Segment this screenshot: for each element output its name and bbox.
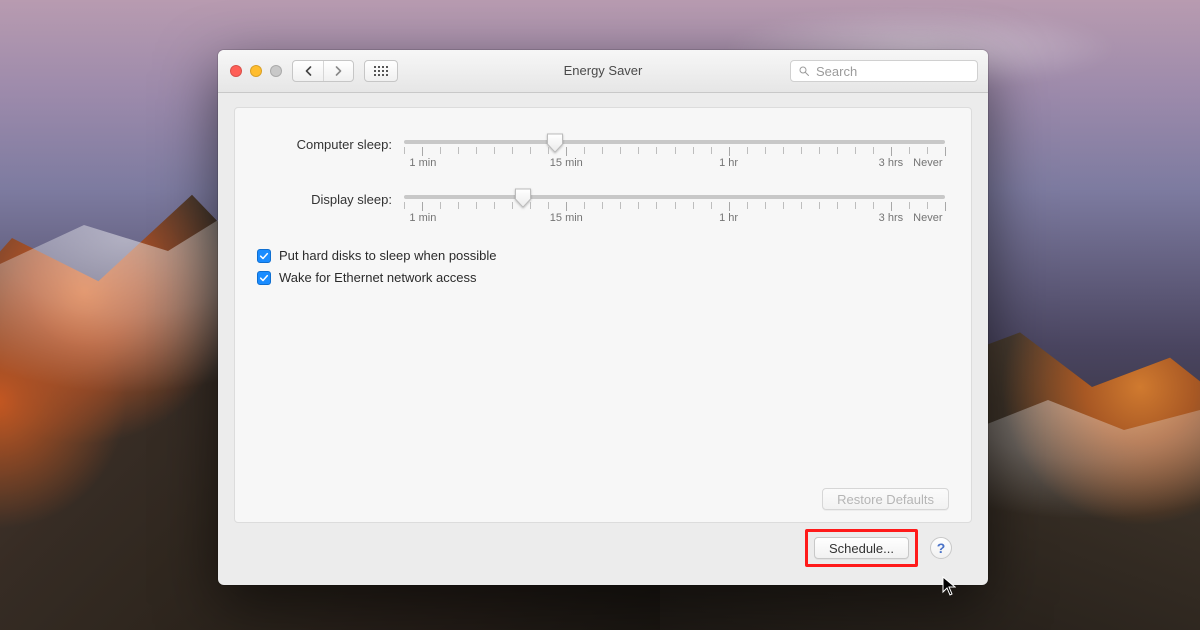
search-placeholder: Search: [816, 64, 857, 79]
zoom-window-button[interactable]: [270, 65, 282, 77]
chevron-left-icon: [304, 66, 313, 76]
hdd-sleep-checkbox[interactable]: Put hard disks to sleep when possible: [257, 248, 949, 263]
schedule-highlight: Schedule...: [805, 529, 918, 567]
search-icon: [798, 65, 810, 77]
close-window-button[interactable]: [230, 65, 242, 77]
computer-sleep-row: Computer sleep: 1 min15 min1 hr3 hrsNeve…: [257, 136, 949, 173]
titlebar: Energy Saver Search: [218, 50, 988, 93]
forward-button[interactable]: [323, 61, 353, 81]
bottom-bar: Schedule... ?: [234, 523, 972, 573]
back-button[interactable]: [293, 61, 323, 81]
display-sleep-slider[interactable]: [404, 195, 945, 199]
checkbox-checked-icon: [257, 271, 271, 285]
search-input[interactable]: Search: [790, 60, 978, 82]
energy-saver-window: Energy Saver Search Computer sleep: 1 mi…: [218, 50, 988, 585]
display-sleep-row: Display sleep: 1 min15 min1 hr3 hrsNever: [257, 191, 949, 228]
wake-network-label: Wake for Ethernet network access: [279, 270, 477, 285]
display-sleep-label: Display sleep:: [257, 191, 392, 207]
hdd-sleep-label: Put hard disks to sleep when possible: [279, 248, 497, 263]
grid-icon: [374, 66, 388, 76]
checkbox-checked-icon: [257, 249, 271, 263]
computer-sleep-marks: 1 min15 min1 hr3 hrsNever: [404, 157, 945, 173]
restore-defaults-button[interactable]: Restore Defaults: [822, 488, 949, 510]
minimize-window-button[interactable]: [250, 65, 262, 77]
computer-sleep-ticks: [404, 147, 945, 155]
settings-panel: Computer sleep: 1 min15 min1 hr3 hrsNeve…: [234, 107, 972, 523]
display-sleep-marks: 1 min15 min1 hr3 hrsNever: [404, 212, 945, 228]
show-all-button[interactable]: [364, 60, 398, 82]
wake-network-checkbox[interactable]: Wake for Ethernet network access: [257, 270, 949, 285]
chevron-right-icon: [334, 66, 343, 76]
help-button[interactable]: ?: [930, 537, 952, 559]
computer-sleep-slider[interactable]: [404, 140, 945, 144]
computer-sleep-label: Computer sleep:: [257, 136, 392, 152]
schedule-button[interactable]: Schedule...: [814, 537, 909, 559]
cursor-icon: [942, 576, 956, 596]
nav-buttons: [292, 60, 354, 82]
window-controls: [230, 65, 282, 77]
display-sleep-ticks: [404, 202, 945, 210]
